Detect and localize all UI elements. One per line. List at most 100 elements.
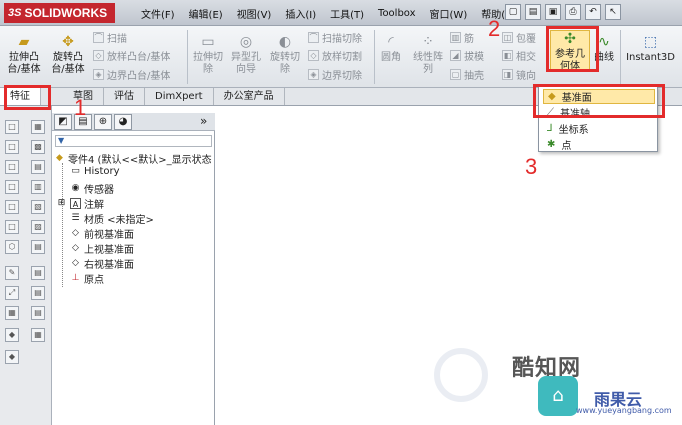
feature-tree-tab-icon[interactable]: ◩ (54, 114, 72, 130)
hide-show-icon[interactable]: ▤ (31, 266, 45, 280)
isometric-view-icon[interactable]: □ (5, 200, 19, 214)
boundary-boss-icon: ◈ (93, 69, 104, 80)
save-icon[interactable]: ▣ (545, 4, 561, 20)
hole-wizard-label: 异型孔 向导 (231, 52, 261, 75)
loft-button[interactable]: ◇ 放样凸台/基体 (93, 48, 170, 63)
plane-icon: ◇ (72, 228, 79, 238)
menu-insert[interactable]: 插入(I) (278, 6, 323, 21)
revolve-cut-button[interactable]: ◐ 旋转切 除 (267, 34, 303, 76)
menu-file[interactable]: 文件(F) (134, 6, 182, 21)
quick-access-toolbar: ▢ ▤ ▣ ⎙ ↶ ↖ (505, 4, 621, 20)
linear-pattern-button[interactable]: ⁘ 线性阵 列 (409, 34, 447, 76)
point-icon: ✱ (547, 139, 556, 150)
tree-item-material[interactable]: ☰ 材质 <未指定> (70, 211, 153, 226)
rib-button[interactable]: ▥ 筋 (450, 30, 474, 45)
extrude-boss-button[interactable]: ▰ 拉伸凸 台/基体 (4, 34, 44, 76)
menu-window[interactable]: 窗口(W) (423, 6, 475, 21)
table-icon[interactable]: ▦ (31, 120, 45, 134)
instant3d-label: Instant3D (626, 52, 675, 63)
layer-icon[interactable]: ▤ (31, 160, 45, 174)
wrap-button[interactable]: ◫ 包覆 (502, 30, 536, 45)
shell-button[interactable]: ▢ 抽壳 (450, 67, 484, 82)
mesh-icon[interactable]: ▥ (31, 180, 45, 194)
insert-icon[interactable]: ▨ (31, 220, 45, 234)
instant3d-button[interactable]: ⬚ Instant3D (623, 34, 678, 64)
mirror-button[interactable]: ◨ 镜向 (502, 67, 536, 82)
mirror-label: 镜向 (516, 71, 536, 82)
tab-dimxpert[interactable]: DimXpert (145, 88, 214, 105)
print-icon[interactable]: ⎙ (565, 4, 581, 20)
zoom-icon[interactable]: ▤ (31, 286, 45, 300)
tree-item-label: 注解 (84, 200, 104, 211)
smart-dimension-icon[interactable]: ⤢ (5, 286, 19, 300)
boundary-cut-button[interactable]: ◈ 边界切除 (308, 67, 362, 82)
fillet-button[interactable]: ◜ 圆角 (376, 34, 406, 64)
hole-wizard-button[interactable]: ◎ 异型孔 向导 (228, 34, 264, 76)
expand-panel-icon[interactable]: » (200, 114, 207, 128)
edit-icon[interactable]: ✎ (5, 266, 19, 280)
feature-manager-panel: ◩ ▤ ⊕ ◕ » ▼ ◆ 零件4 (默认<<默认>_显示状态 ▭ Histor… (52, 113, 215, 425)
sweep-button[interactable]: ⌒ 扫描 (93, 30, 127, 45)
scene-icon[interactable]: ◆ (5, 350, 19, 364)
tab-office-products[interactable]: 办公室产品 (214, 88, 285, 105)
filter-icon: ▼ (58, 136, 65, 145)
tree-item-top-plane[interactable]: ◇ 上视基准面 (70, 241, 134, 256)
sweep-cut-label: 扫描切除 (322, 34, 362, 45)
tree-item-label: 前视基准面 (84, 230, 134, 241)
hole-wizard-icon: ◎ (239, 34, 253, 50)
ribbon-divider (374, 30, 375, 84)
extrude-cut-label: 拉伸切 除 (193, 52, 223, 75)
tree-root-label: 零件4 (默认<<默认>_显示状态 (68, 155, 212, 166)
highlight-box-plane-menu (533, 84, 665, 118)
tree-item-annotations[interactable]: ⊞ A 注解 (56, 196, 104, 211)
right-view-icon[interactable]: □ (5, 180, 19, 194)
back-view-icon[interactable]: □ (5, 220, 19, 234)
display-manager-tab-icon[interactable]: ◕ (114, 114, 132, 130)
extrude-cut-button[interactable]: ▭ 拉伸切 除 (190, 34, 226, 76)
menu-tools[interactable]: 工具(T) (323, 6, 371, 21)
new-document-icon[interactable]: ▢ (505, 4, 521, 20)
menu-toolbox[interactable]: Toolbox (371, 8, 423, 19)
undo-icon[interactable]: ↶ (585, 4, 601, 20)
top-view-icon[interactable]: □ (5, 160, 19, 174)
menu-view[interactable]: 视图(V) (230, 6, 279, 21)
view-orientation-icon[interactable]: □ (5, 120, 19, 134)
menu-item-point[interactable]: ✱ 点 (543, 137, 655, 152)
menu-item-coordinate-system[interactable]: ⅃ 坐标系 (543, 121, 655, 136)
tree-item-origin[interactable]: ⊥ 原点 (70, 271, 104, 286)
tree-root-part[interactable]: ◆ 零件4 (默认<<默认>_显示状态 (54, 151, 212, 166)
bottom-view-icon[interactable]: ⬡ (5, 240, 19, 254)
menu-item-label: 点 (561, 141, 572, 152)
tab-evaluate[interactable]: 评估 (104, 88, 145, 105)
expand-icon[interactable]: ⊞ (56, 198, 67, 209)
part-icon[interactable]: ▩ (31, 140, 45, 154)
feature-tree-filter[interactable]: ▼ (55, 135, 212, 147)
step-number-2: 2 (488, 16, 501, 41)
revolve-boss-button[interactable]: ✥ 旋转凸 台/基体 (48, 34, 88, 76)
solidworks-logo[interactable]: 3S SOLIDWORKS (4, 3, 116, 23)
tree-item-front-plane[interactable]: ◇ 前视基准面 (70, 226, 134, 241)
loft-cut-button[interactable]: ◇ 放样切割 (308, 48, 362, 63)
sweep-cut-button[interactable]: ⌒ 扫描切除 (308, 30, 362, 45)
tree-item-history[interactable]: ▭ History (70, 166, 119, 177)
tree-item-sensors[interactable]: ◉ 传感器 (70, 181, 114, 196)
open-folder-icon[interactable]: ▤ (525, 4, 541, 20)
section-icon[interactable]: ▧ (31, 200, 45, 214)
display-icon[interactable]: ▤ (31, 240, 45, 254)
appearance-icon[interactable]: ◆ (5, 328, 19, 342)
rotate-icon[interactable]: ▤ (31, 306, 45, 320)
left-toolbar: □ □ □ □ □ □ ⬡ ✎ ⤢ ▦ ◆ ◆ ▦ ▩ ▤ ▥ ▧ ▨ ▤ ▤ … (0, 106, 52, 425)
loft-label: 放样凸台/基体 (107, 52, 171, 63)
linear-pattern-label: 线性阵 列 (413, 52, 443, 75)
intersect-button[interactable]: ◧ 相交 (502, 48, 536, 63)
boundary-boss-button[interactable]: ◈ 边界凸台/基体 (93, 67, 170, 82)
front-view-icon[interactable]: □ (5, 140, 19, 154)
tree-item-right-plane[interactable]: ◇ 右视基准面 (70, 256, 134, 271)
grid-icon[interactable]: ▦ (31, 328, 45, 342)
loft-cut-label: 放样切割 (322, 52, 362, 63)
draft-button[interactable]: ◢ 拔模 (450, 48, 484, 63)
select-cursor-icon[interactable]: ↖ (605, 4, 621, 20)
menu-edit[interactable]: 编辑(E) (182, 6, 230, 21)
assembly-icon[interactable]: ▦ (5, 306, 19, 320)
configuration-manager-tab-icon[interactable]: ⊕ (94, 114, 112, 130)
